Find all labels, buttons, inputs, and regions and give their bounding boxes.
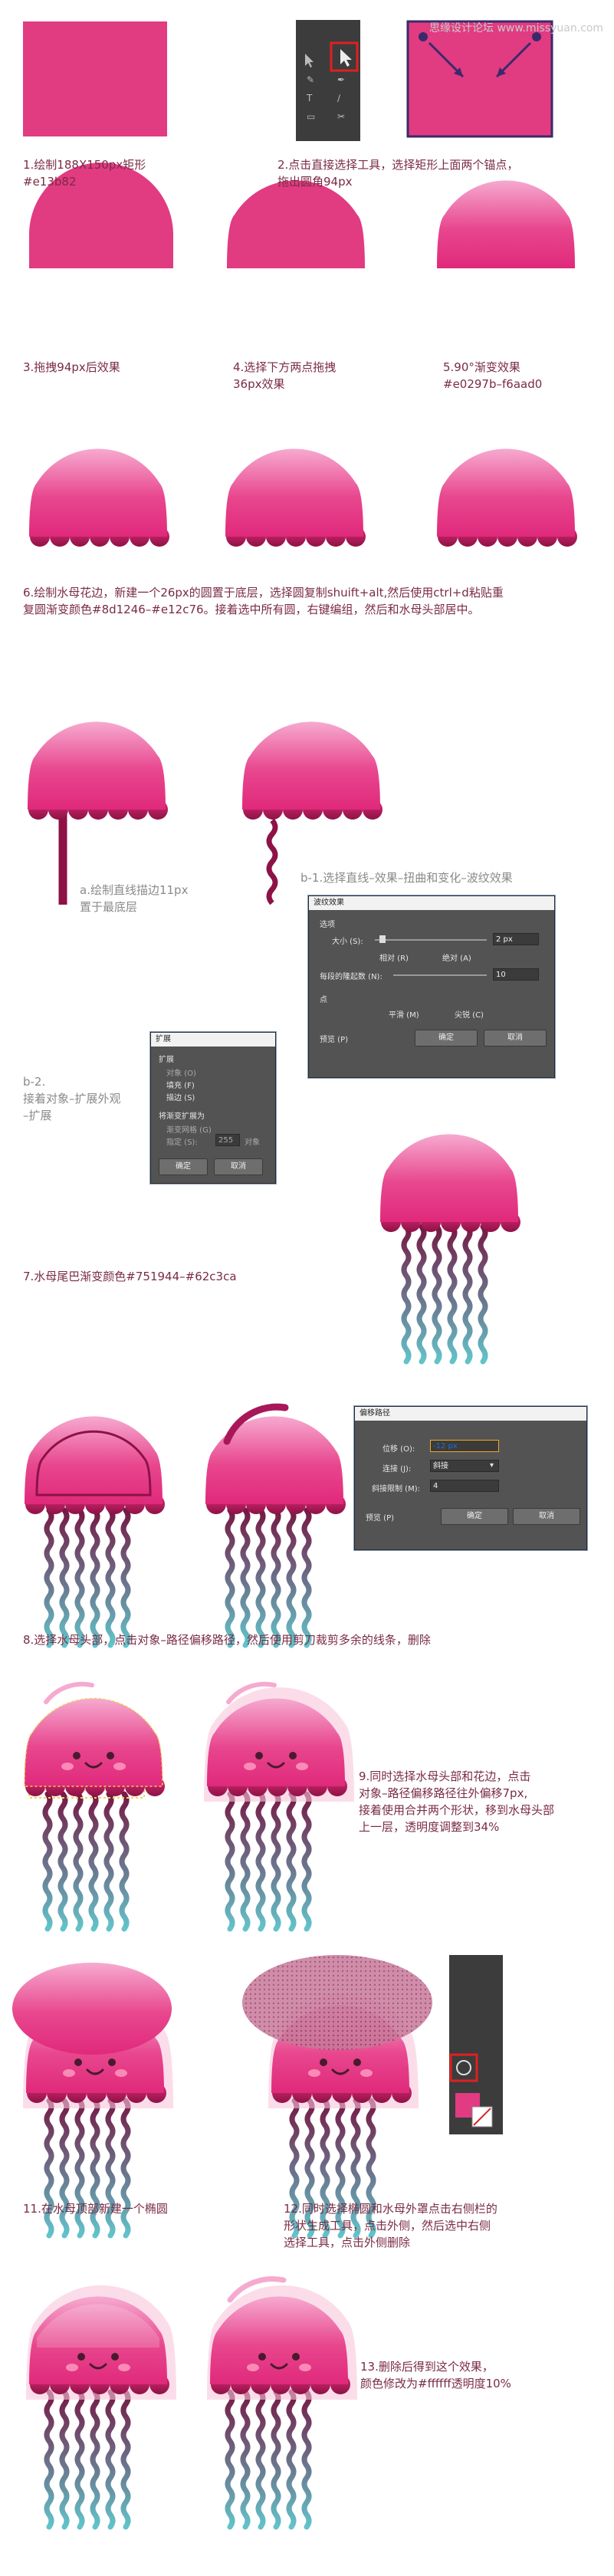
- ok-button[interactable]: 确定: [441, 1508, 508, 1525]
- step13-jelly-final-b: [207, 2276, 357, 2527]
- miter-label: 斜接限制 (M):: [372, 1485, 420, 1493]
- svg-text:T: T: [306, 93, 313, 104]
- caption-step3: 3.拖拽94px后效果: [23, 360, 120, 374]
- svg-text:✂: ✂: [337, 111, 345, 122]
- caption-step8: 8.选择水母头部，点击对象–路径偏移路径，然后使用剪刀裁剪多余的线条，删除: [23, 1633, 431, 1647]
- ridges-label: 每段的隆起数 (N):: [320, 973, 383, 981]
- step1-rectangle: [23, 21, 167, 136]
- size-slider[interactable]: [375, 939, 487, 941]
- offset-input[interactable]: -12 px: [430, 1440, 499, 1452]
- watermark: 思缘设计论坛 www.missyuan.com: [429, 22, 604, 34]
- section-options: 选项: [320, 921, 335, 929]
- dialog-title: 波纹效果: [309, 896, 554, 910]
- smooth-radio[interactable]: 平滑 (M): [389, 1008, 419, 1020]
- caption-step1: 1.绘制188X150px矩形 #e13b82: [23, 158, 146, 189]
- ok-button[interactable]: 确定: [415, 1030, 478, 1046]
- step4-dome: [227, 180, 365, 268]
- size-input[interactable]: 2 px: [493, 933, 539, 945]
- section-expand: 扩展: [159, 1056, 174, 1064]
- size-slider-handle[interactable]: [379, 935, 386, 943]
- caption-step-a: a.绘制直线描边11px 置于最底层: [80, 883, 189, 914]
- cancel-button[interactable]: 取消: [484, 1030, 547, 1046]
- caption-step13: 13.删除后得到这个效果， 颜色修改为#ffffff透明度10%: [360, 2360, 511, 2390]
- caption-step2: 2.点击直接选择工具，选择矩形上面两个锚点， 拖出圆角94px: [277, 158, 519, 189]
- step12-jelly-shapebuilder: [242, 1955, 432, 2236]
- cancel-button[interactable]: 取消: [513, 1508, 580, 1525]
- step11-jelly-ellipse: [12, 1963, 173, 2236]
- caption-step11: 11.在水母顶部新建一个椭圆: [23, 2202, 168, 2216]
- caption-step12: 12.同时选择椭圆和水母外罩点击右侧栏的 形状生成工具，点击外侧，然后选中右侧 …: [284, 2202, 497, 2249]
- svg-text:▭: ▭: [307, 111, 315, 122]
- step-a-jelly-line: [28, 721, 168, 905]
- absolute-radio[interactable]: 绝对 (A): [442, 951, 471, 963]
- step2-toolbar: ✎ ✒ T ∕ ▭ ✂: [296, 20, 360, 141]
- gradient-mesh-radio[interactable]: 渐变网格 (G): [166, 1123, 212, 1135]
- wave-effect-dialog: 波纹效果 选项 大小 (S): 2 px 相对 (R) 绝对 (A) 每段的隆起…: [308, 895, 555, 1078]
- step12-toolbar: [449, 1955, 503, 2134]
- preview-checkbox[interactable]: 预览 (P): [320, 1033, 348, 1044]
- joins-select[interactable]: 斜接: [430, 1460, 499, 1472]
- ridges-input[interactable]: 10: [493, 968, 539, 981]
- svg-text:✎: ✎: [307, 74, 314, 85]
- size-label: 大小 (S):: [332, 938, 363, 946]
- stroke-checkbox[interactable]: 描边 (S): [166, 1091, 195, 1102]
- objects-suffix: 对象: [245, 1138, 260, 1147]
- ridges-slider[interactable]: [393, 974, 487, 976]
- step6-jelly-b: [225, 449, 366, 547]
- chevron-down-icon: ▾: [490, 1461, 494, 1470]
- cancel-button[interactable]: 取消: [214, 1158, 263, 1175]
- step5-dome: [437, 180, 575, 268]
- dialog-title: 偏移路径: [355, 1407, 586, 1421]
- miter-input[interactable]: 4: [430, 1480, 499, 1492]
- step9-jelly-shell: [204, 1681, 354, 1929]
- section-gradient: 将渐变扩展为: [159, 1112, 205, 1121]
- dialog-title: 扩展: [151, 1033, 275, 1046]
- relative-radio[interactable]: 相对 (R): [379, 951, 409, 963]
- ok-button[interactable]: 确定: [159, 1158, 208, 1175]
- caption-step5: 5.90°渐变效果 #e0297b–f6aad0: [443, 360, 543, 391]
- section-points: 点: [320, 996, 327, 1004]
- offset-label: 位移 (O):: [383, 1445, 415, 1454]
- specify-radio[interactable]: 指定 (S):: [166, 1135, 198, 1147]
- preview-checkbox[interactable]: 预览 (P): [366, 1511, 394, 1523]
- corner-radio[interactable]: 尖锐 (C): [455, 1008, 484, 1020]
- expand-dialog: 扩展 扩展 对象 (O) 填充 (F) 描边 (S) 将渐变扩展为 渐变网格 (…: [150, 1032, 276, 1184]
- fill-checkbox[interactable]: 填充 (F): [166, 1079, 195, 1090]
- step13-jelly-final-a: [26, 2285, 176, 2527]
- step6-jelly-a: [29, 449, 169, 547]
- offset-path-dialog: 偏移路径 位移 (O): -12 px 连接 (J): 斜接 ▾ 斜接限制 (M…: [354, 1406, 587, 1550]
- step9-jelly-dotted: [24, 1681, 165, 1929]
- step8-jelly-highlight: [205, 1403, 346, 1645]
- caption-step9: 9.同时选择水母头部和花边，点击 对象–路径偏移路径往外偏移7px, 接着使用合…: [359, 1769, 555, 1834]
- specify-input[interactable]: 255: [215, 1134, 240, 1146]
- step6-jelly-c: [437, 449, 577, 547]
- caption-step-b1: b-1.选择直线–效果–扭曲和变化–波纹效果: [300, 871, 513, 885]
- caption-step6: 6.绘制水母花边，新建一个26px的圆置于底层，选择圆复制shuift+alt,…: [23, 586, 504, 616]
- joins-label: 连接 (J):: [383, 1465, 412, 1474]
- step7-jellyfish: [380, 1134, 520, 1362]
- svg-text:✒: ✒: [337, 74, 345, 85]
- object-checkbox[interactable]: 对象 (O): [166, 1066, 196, 1078]
- step2-rectangle-anchors: [406, 20, 553, 138]
- caption-step7: 7.水母尾巴渐变颜色#751944–#62c3ca: [23, 1270, 237, 1283]
- caption-step-b2: b-2. 接着对象–扩展外观 –扩展: [23, 1075, 121, 1122]
- step8-jelly-offset: [25, 1416, 165, 1645]
- caption-step4: 4.选择下方两点拖拽 36px效果: [233, 360, 337, 391]
